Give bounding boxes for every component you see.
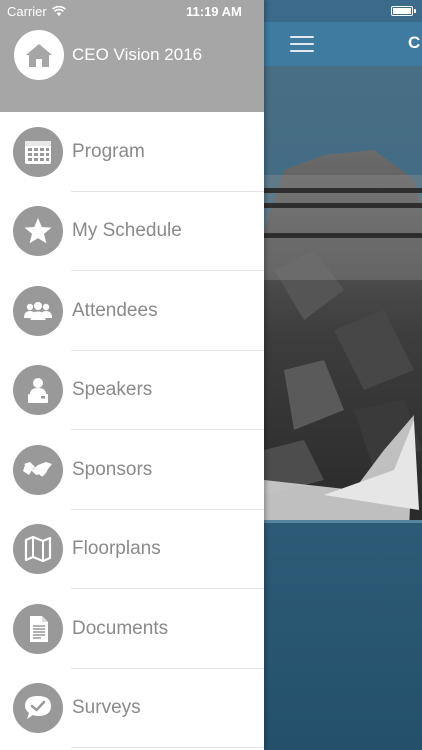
overlay-stripe (264, 233, 422, 238)
nav-title-fragment: C (408, 33, 421, 52)
menu-item-label: My Schedule (72, 220, 182, 242)
speech-check-icon (13, 683, 63, 734)
menu-item-speakers[interactable]: Speakers (0, 351, 264, 431)
menu-item-attendees[interactable]: Attendees (0, 271, 264, 351)
battery-icon (391, 6, 416, 16)
document-icon (13, 603, 63, 654)
menu-item-label: Attendees (72, 299, 158, 321)
menu-item-label: Speakers (72, 379, 153, 401)
home-icon (26, 44, 52, 67)
menu-item-documents[interactable]: Documents (0, 589, 264, 669)
event-title: CEO Vision 2016 (72, 45, 203, 64)
background-app[interactable]: C (264, 0, 422, 750)
overlay-stripe (264, 188, 422, 193)
drawer-menu: Program My Schedule Attendees Speakers S… (0, 112, 264, 748)
background-nav-bar (264, 22, 422, 66)
menu-item-label: Surveys (72, 697, 141, 719)
map-icon (13, 524, 63, 575)
menu-item-my-schedule[interactable]: My Schedule (0, 192, 264, 272)
menu-item-label: Sponsors (72, 458, 153, 480)
carrier-label: Carrier (7, 4, 47, 19)
wifi-icon (51, 6, 66, 16)
horizon-line (264, 520, 422, 523)
people-icon (13, 285, 63, 336)
navigation-drawer: Carrier 11:19 AM CEO Vision 2016 Program… (0, 0, 264, 750)
calendar-icon (13, 126, 63, 177)
overlay-stripe (264, 203, 422, 208)
menu-item-program[interactable]: Program (0, 112, 264, 192)
status-bar-left: Carrier (7, 4, 66, 19)
background-status-bar (264, 0, 422, 22)
status-time: 11:19 AM (186, 4, 242, 19)
menu-item-surveys[interactable]: Surveys (0, 669, 264, 749)
handshake-icon (13, 444, 63, 495)
speaker-icon (13, 365, 63, 416)
menu-item-floorplans[interactable]: Floorplans (0, 510, 264, 590)
menu-item-label: Floorplans (72, 538, 161, 560)
star-icon (13, 206, 63, 257)
hamburger-icon[interactable] (290, 36, 314, 52)
home-button[interactable] (14, 30, 64, 80)
menu-item-sponsors[interactable]: Sponsors (0, 430, 264, 510)
drawer-header: Carrier 11:19 AM CEO Vision 2016 (0, 0, 264, 112)
menu-item-label: Documents (72, 617, 169, 639)
menu-item-label: Program (72, 140, 145, 162)
